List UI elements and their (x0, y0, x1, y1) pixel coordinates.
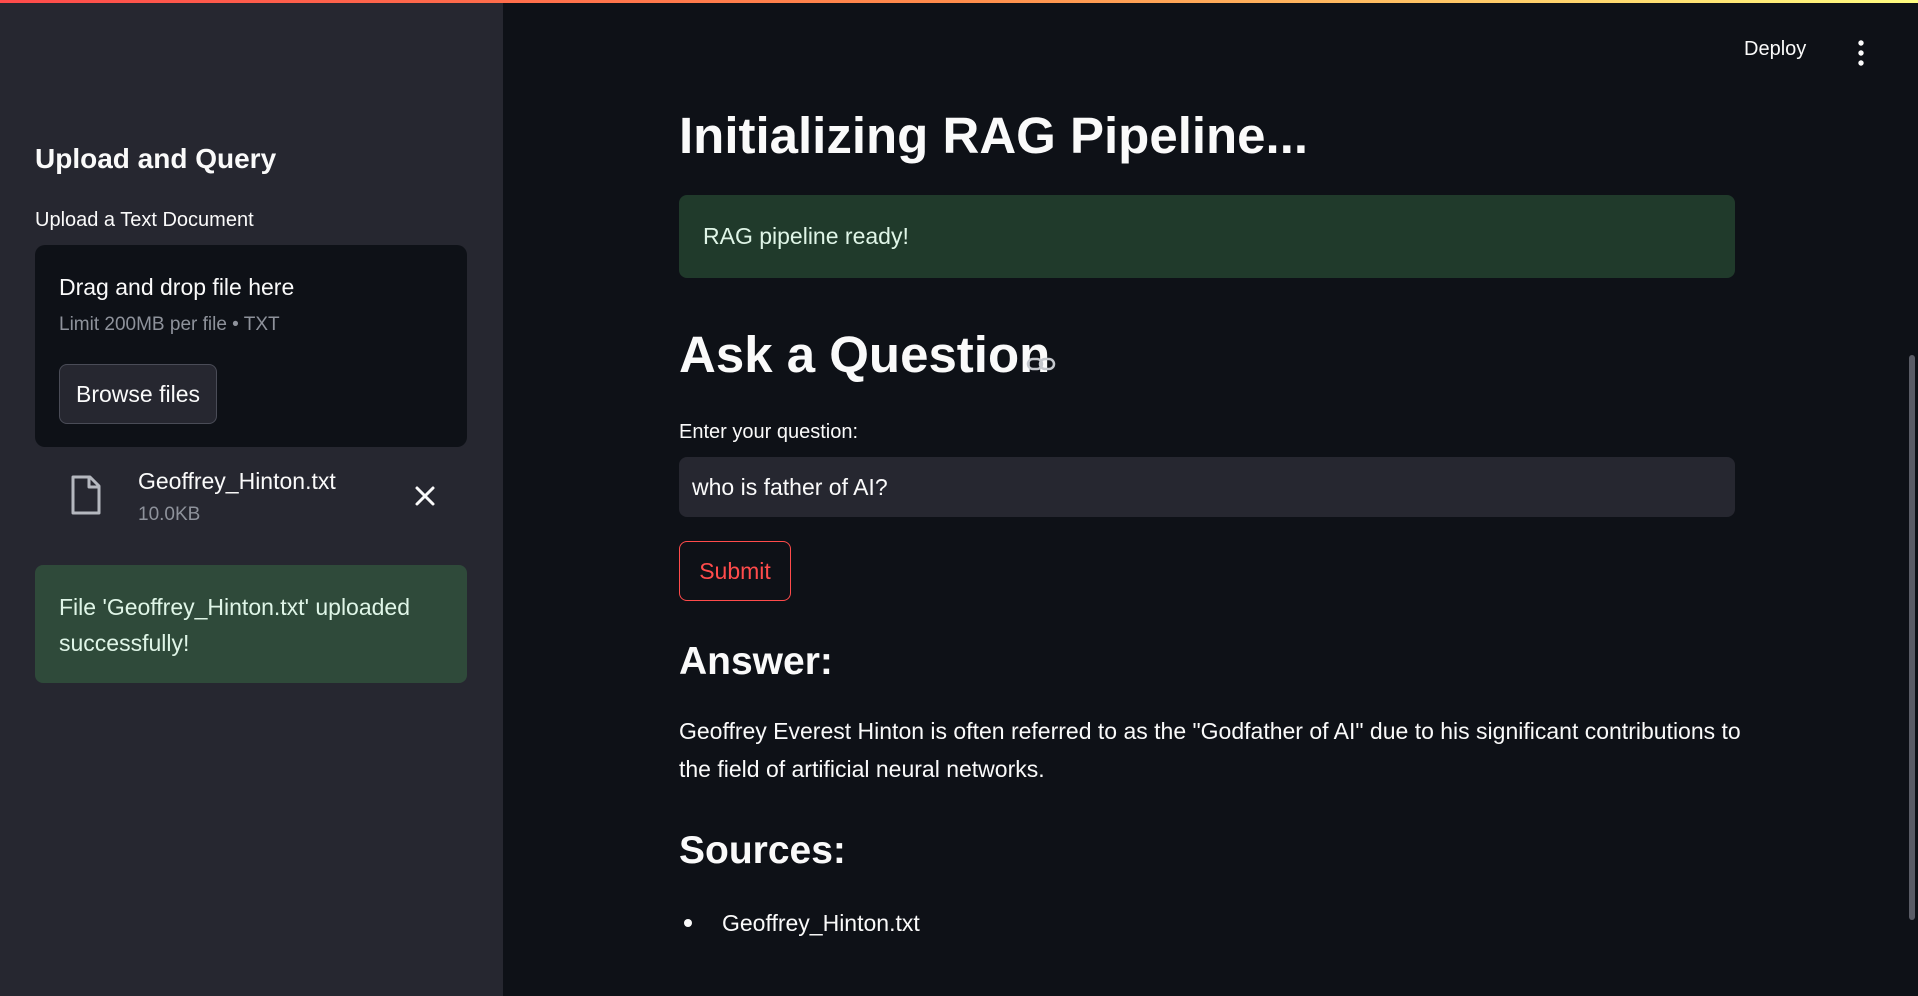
pipeline-ready-alert: RAG pipeline ready! (679, 195, 1735, 278)
answer-heading: Answer: (679, 640, 833, 683)
page-title: Initializing RAG Pipeline... (679, 107, 1309, 164)
deploy-button[interactable]: Deploy (1744, 38, 1806, 61)
sidebar: Upload and Query Upload a Text Document … (0, 0, 503, 996)
source-item: Geoffrey_Hinton.txt (679, 905, 920, 941)
question-label: Enter your question: (679, 421, 858, 443)
kebab-menu-icon[interactable] (1853, 39, 1869, 67)
upload-label: Upload a Text Document (35, 209, 254, 231)
upload-success-alert: File 'Geoffrey_Hinton.txt' uploaded succ… (35, 565, 467, 683)
uploaded-file-name: Geoffrey_Hinton.txt (138, 468, 336, 494)
scrollbar[interactable] (1909, 355, 1915, 920)
question-input[interactable] (679, 457, 1735, 517)
ask-question-heading: Ask a Question (679, 326, 1051, 383)
uploaded-file-item: Geoffrey_Hinton.txt 10.0KB (35, 462, 467, 534)
browse-files-button[interactable]: Browse files (59, 364, 217, 424)
uploaded-file-size: 10.0KB (138, 504, 201, 525)
submit-button[interactable]: Submit (679, 541, 791, 601)
dropzone-title: Drag and drop file here (59, 274, 295, 300)
answer-text: Geoffrey Everest Hinton is often referre… (679, 718, 1741, 782)
link-icon[interactable] (1026, 352, 1056, 376)
sources-heading: Sources: (679, 829, 846, 872)
top-accent-bar (0, 0, 1918, 3)
sources-list: Geoffrey_Hinton.txt (679, 905, 920, 941)
dropzone-hint: Limit 200MB per file • TXT (59, 314, 280, 335)
file-dropzone[interactable]: Drag and drop file here Limit 200MB per … (35, 245, 467, 447)
file-icon (71, 475, 101, 515)
sidebar-title: Upload and Query (35, 143, 277, 174)
close-icon[interactable] (410, 481, 440, 511)
